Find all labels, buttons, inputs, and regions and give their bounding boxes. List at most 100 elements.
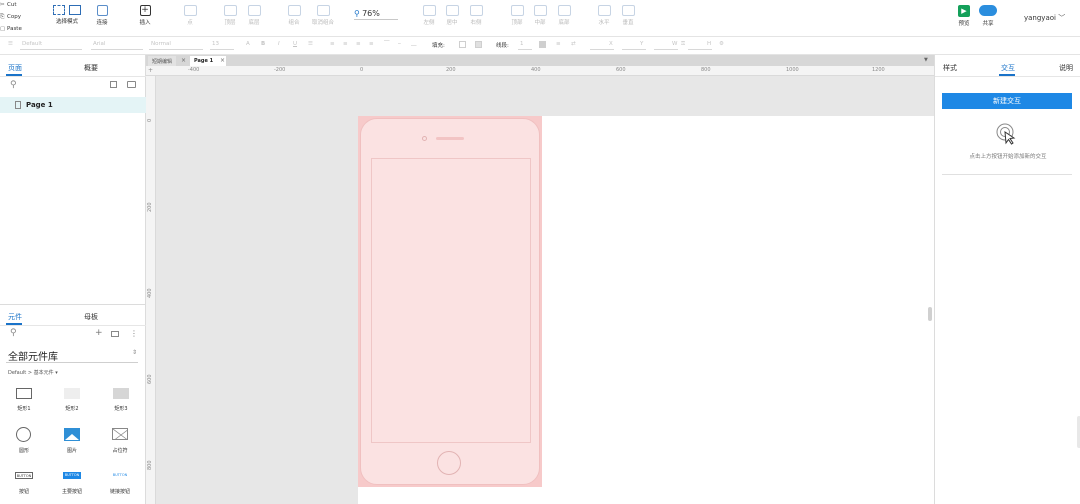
widget-search-icon[interactable]: ⚲ [10,328,17,338]
insert-button[interactable]: + 插入 [129,5,161,26]
point-icon [183,5,197,16]
align-top-icon [510,5,524,16]
italic-icon[interactable]: I [278,41,280,47]
library-select[interactable]: 全部元件库 [8,348,58,363]
distribute-vertical-button[interactable]: 垂直 [612,5,644,26]
close-tab-icon[interactable]: × [220,57,225,64]
copy-button[interactable]: ⎘ Copy [0,14,21,21]
bottom-layer-icon [247,5,261,16]
ungroup-icon [316,5,330,16]
group-icon [287,5,301,16]
tab-document-inactive[interactable]: 短期编辑 [148,56,177,66]
image-widget-icon[interactable] [64,428,80,441]
add-page-icon[interactable] [110,81,117,88]
select-intersect-icon [53,5,65,15]
top-layer-icon [223,5,237,16]
chevron-down-icon: ﹀ [1058,14,1066,22]
phone-camera [422,136,427,141]
bullet-list-icon[interactable]: ☰ [308,41,313,47]
align-text-justify-icon[interactable]: ≡ [369,41,374,47]
more-icon[interactable]: ⋮ [130,329,138,338]
font-weight-select[interactable]: Normal [151,41,171,47]
valign-middle-icon[interactable]: ⎯ [398,41,401,48]
fill-color-swatch[interactable] [459,41,466,48]
rect3-widget-icon[interactable] [113,388,129,399]
tabs-dropdown-icon[interactable]: ▼ [924,57,928,63]
phone-speaker [436,137,464,140]
button-widget-icon[interactable]: BUTTON [15,472,33,479]
placeholder-x-icon [113,429,127,439]
rect1-widget-icon[interactable] [16,388,32,399]
button-widget-label: 按钮 [18,489,29,495]
tap-cursor-icon [996,123,1018,147]
circle-widget-icon[interactable] [16,427,31,442]
bold-icon[interactable]: B [261,41,265,47]
underline-icon[interactable]: U [293,41,297,47]
h-field[interactable] [688,49,712,50]
align-text-right-icon[interactable]: ≡ [356,41,361,47]
paste-icon: ▢ [0,26,6,32]
close-tab-icon[interactable]: × [181,57,186,64]
w-field[interactable] [654,49,678,50]
valign-bottom-icon[interactable]: ⎽ [411,41,417,48]
connect-button[interactable]: 连接 [86,5,118,26]
link-button-widget-icon[interactable]: BUTTON [111,472,129,479]
style-select[interactable]: Default [22,41,42,47]
cloud-icon [979,5,997,16]
right-panel: 样式 交互 说明 新建交互 点击上方按钮开始添加新的交互 [934,55,1080,504]
font-size-underline [210,49,234,50]
add-library-icon[interactable]: + [95,328,103,338]
page-list-item[interactable]: Page 1 [0,97,146,113]
y-field[interactable] [622,49,646,50]
x-field[interactable] [590,49,614,50]
zoom-control[interactable]: ⚲ 76% [354,9,398,20]
ungroup-button[interactable]: 取消组合 [306,5,340,26]
lock-ratio-icon[interactable]: ⚿ [681,41,685,48]
tab-pages[interactable]: 页面 [8,63,22,73]
tab-style[interactable]: 样式 [943,63,957,73]
align-text-center-icon[interactable]: ≡ [343,41,348,47]
library-menu-icon[interactable] [111,331,119,337]
tab-masters[interactable]: 母板 [84,312,98,322]
user-menu[interactable]: yangyaoi ﹀ [1024,13,1065,23]
phone-frame[interactable] [358,116,542,487]
paste-button[interactable]: ▢ Paste [0,26,22,32]
tab-interaction[interactable]: 交互 [1001,63,1015,73]
settings-icon[interactable]: ⚙ [719,41,724,47]
new-interaction-button[interactable]: 新建交互 [942,93,1072,109]
tab-notes[interactable]: 说明 [1059,63,1073,73]
add-folder-icon[interactable] [127,81,136,88]
panel-divider [0,304,146,305]
cut-button[interactable]: ✂ Cut [0,2,16,8]
rect2-widget-icon[interactable] [64,388,80,399]
shadow-swatch[interactable] [475,41,482,48]
tab-outline[interactable]: 概要 [84,63,98,73]
canvas-area: 短期编辑 × Page 1 × ▼ + -400 -200 0 200 400 … [146,55,934,504]
select-mode-button[interactable]: 选择模式 [48,5,86,25]
library-chevron-icon[interactable]: ⇕ [132,349,137,356]
share-button[interactable]: 共享 [972,5,1004,27]
primary-button-widget-icon[interactable]: BUTTON [63,472,81,479]
arrow-style-icon[interactable]: ⇄ [571,41,576,47]
valign-top-icon[interactable]: ⎺ [384,41,390,48]
offpage-left [156,116,358,504]
line-style-icon[interactable]: ≡ [556,41,561,47]
line-color-swatch[interactable] [539,41,546,48]
primary-button-widget-label: 主要按钮 [61,489,82,495]
font-color-icon[interactable]: A [246,41,250,47]
font-size-select[interactable]: 13 [212,41,219,47]
align-right-button[interactable]: 右侧 [460,5,492,26]
style-icon: ☰ [8,41,13,47]
vertical-scrollbar[interactable] [928,307,932,321]
font-select[interactable]: Arial [93,41,105,47]
bottom-layer-button[interactable]: 底层 [238,5,270,26]
placeholder-widget-icon[interactable] [112,428,128,440]
line-width-value[interactable]: 1 [520,41,524,47]
distribute-vertical-icon [621,5,635,16]
library-breadcrumb[interactable]: Default > 基本元件 ▾ [8,369,58,376]
point-button[interactable]: 点 [174,5,206,26]
align-text-left-icon[interactable]: ≡ [330,41,335,47]
tab-widgets[interactable]: 元件 [8,312,22,322]
search-icon[interactable]: ⚲ [10,80,17,90]
align-bottom-button[interactable]: 底部 [548,5,580,26]
